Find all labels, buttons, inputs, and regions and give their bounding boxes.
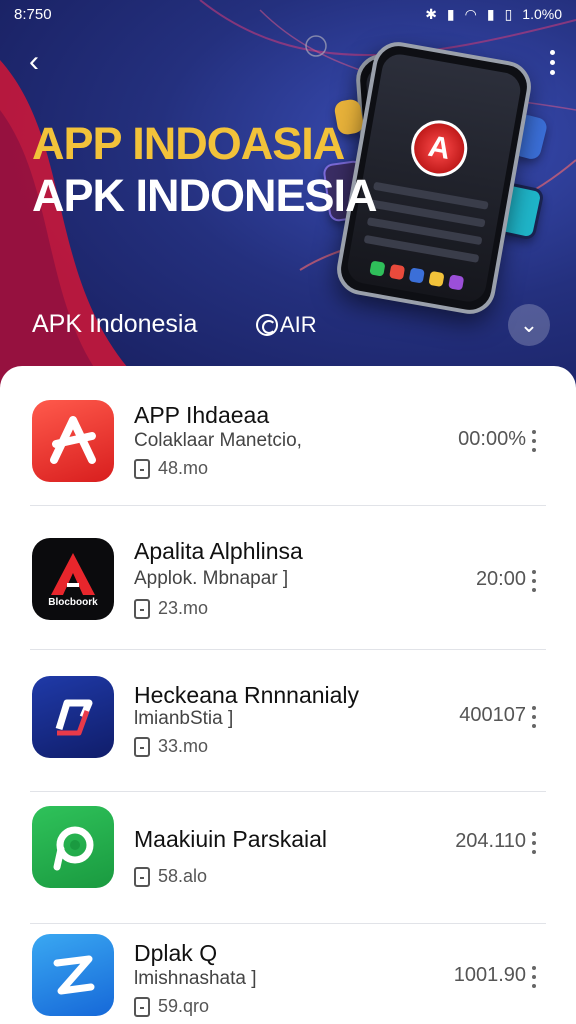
file-icon [134,996,150,1017]
blue-z-app-icon [32,934,114,1016]
brand-logo-icon [256,314,278,336]
more-dot [532,724,536,728]
battery-icon: ▯ [504,5,513,22]
app-developer: Colaklaar Manetcio, [134,430,302,451]
file-icon [134,736,150,757]
more-dot [532,850,536,854]
row-more-button[interactable] [530,570,538,592]
app-developer: lmianbStia ] [134,708,234,729]
more-dot [549,69,555,75]
signal-icon: ▮ [446,5,455,22]
more-dot [532,715,536,719]
hero-title-line1: APP INDOASIA [32,118,345,169]
black-a-app-icon: Blocboork [32,538,114,620]
more-dot [532,439,536,443]
row-more-button[interactable] [530,832,538,854]
signal-icon-2: ▮ [486,5,495,22]
back-button[interactable]: ‹ [18,44,50,80]
more-options-button[interactable] [542,44,562,80]
more-dot [532,841,536,845]
app-name: Maakiuin Parskaial [134,826,328,852]
hero-subtitle: APK Indonesia [32,310,198,338]
more-dot [532,706,536,710]
list-item[interactable]: Dplak Q lmishnashata ] 59.qro 1001.90 [0,916,576,1024]
app-developer: lmishnashata ] [134,968,257,989]
app-name: Heckeana Rnnnanialy [134,682,360,708]
file-icon [134,598,150,619]
more-dot [532,570,536,574]
expand-button[interactable]: ⌄ [508,304,550,346]
more-dot [532,579,536,583]
app-size: 58.alo [158,866,208,886]
more-dot [532,588,536,592]
app-icon-caption: Blocboork [48,596,98,608]
app-name: APP Ihdaeaa [134,402,270,428]
file-icon [134,866,150,887]
more-dot [532,984,536,988]
more-dot [532,448,536,452]
app-developer: Applok. Mbnapar ] [134,568,289,589]
app-size: 59.qro [158,996,210,1016]
bluetooth-icon: ✱ [425,5,437,22]
app-name: Apalita Alphlinsa [134,538,303,564]
more-dot [532,832,536,836]
row-more-button[interactable] [530,430,538,452]
phone-app-logo: A [406,116,472,181]
blue-swoosh-app-icon [32,676,114,758]
red-star-app-icon [32,400,114,482]
divider [30,505,546,506]
more-dot [532,975,536,979]
app-size: 48.mo [158,458,209,478]
hero-title-line2: APK INDONESIA [32,170,378,221]
chevron-down-icon: ⌄ [519,312,539,337]
app-value: 204.110 [455,830,526,852]
status-time: 8:750 [14,5,52,23]
app-name: Dplak Q [134,940,218,966]
green-p-app-icon [32,806,114,888]
wifi-icon: ◠ [464,5,477,22]
row-more-button[interactable] [530,706,538,728]
more-dot [532,966,536,970]
list-item[interactable]: Blocboork Apalita Alphlinsa Applok. Mbna… [0,510,576,650]
more-dot [549,49,555,55]
battery-percent: 1.0%0 [522,6,562,22]
app-size: 23.mo [158,598,209,618]
app-value: 00:00% [458,428,526,450]
app-list: APP Ihdaeaa Colaklaar Manetcio, 48.mo 00… [0,366,576,1024]
chevron-left-icon: ‹ [29,45,39,78]
app-value: 1001.90 [453,964,526,986]
more-dot [549,59,555,65]
hero-brand: AIR [256,312,317,338]
app-value: 400107 [459,704,526,726]
more-dot [532,430,536,434]
file-icon [134,458,150,479]
hero-banner: 8:750 ✱ ▮ ◠ ▮ ▯ 1.0%0 ‹ A APP INDOASIA A… [0,0,576,400]
list-item[interactable]: APP Ihdaeaa Colaklaar Manetcio, 48.mo 00… [0,366,576,506]
app-size: 33.mo [158,736,209,756]
list-item[interactable]: Maakiuin Parskaial 58.alo 204.110 [0,784,576,924]
app-value: 20:00 [475,568,526,590]
brand-name: AIR [280,312,317,337]
status-bar: 8:750 ✱ ▮ ◠ ▮ ▯ 1.0%0 [0,0,576,28]
divider [30,649,546,650]
list-item[interactable]: Heckeana Rnnnanialy lmianbStia ] 33.mo 4… [0,652,576,792]
row-more-button[interactable] [530,966,538,988]
